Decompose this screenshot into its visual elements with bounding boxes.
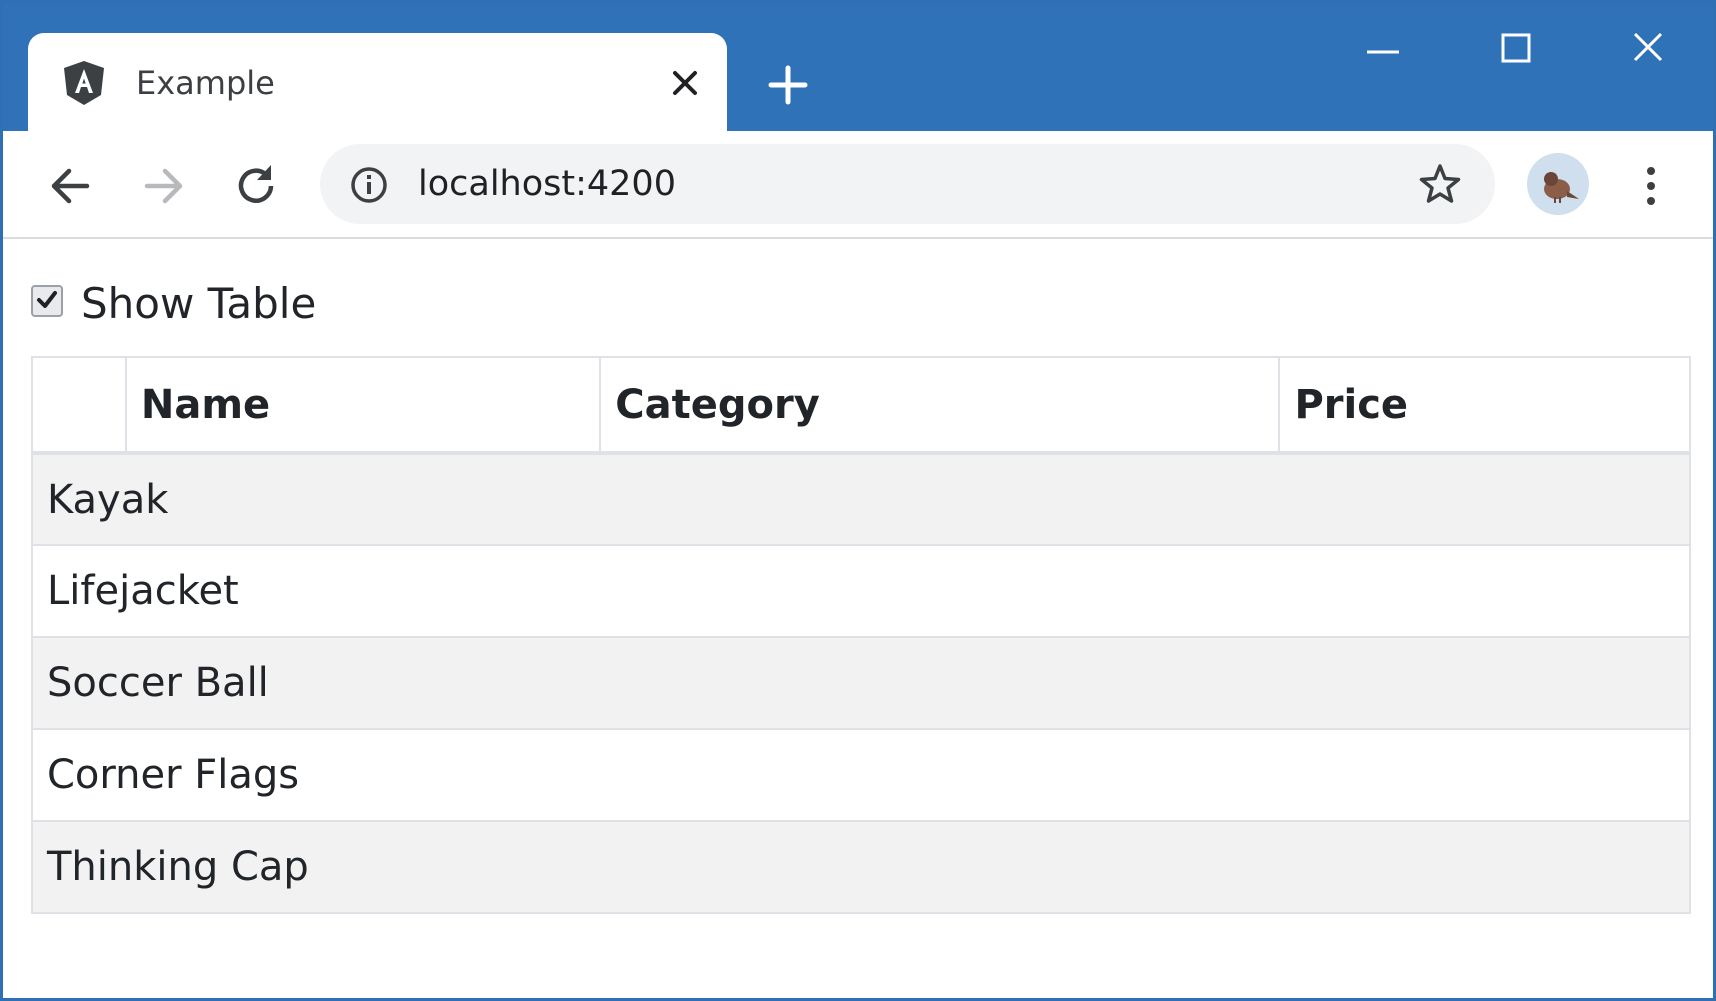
profile-bird-icon [1544,172,1579,203]
forward-arrow-icon[interactable] [137,159,191,213]
maximize-icon[interactable] [1486,27,1546,77]
browser-tab[interactable]: Example [28,33,727,131]
table-cell: Lifejacket [31,544,1691,638]
new-tab-icon[interactable] [765,62,811,108]
table-cell: Soccer Ball [31,636,1691,730]
browser-toolbar: localhost:4200 [3,131,1713,239]
tab-title: Example [136,64,275,102]
address-bar[interactable]: localhost:4200 [320,144,1495,224]
show-table-checkbox[interactable] [31,285,63,317]
url-text[interactable]: localhost:4200 [418,161,676,207]
angular-icon [64,61,104,105]
reload-icon[interactable] [229,159,283,213]
checkmark-icon [37,291,57,308]
minimize-icon[interactable] [1353,27,1413,77]
column-header-name: Name [124,356,602,455]
table-header-row: Name Category Price [31,356,1691,455]
more-menu-icon[interactable] [1633,161,1669,211]
close-tab-icon[interactable] [668,66,702,100]
column-header-index [31,356,127,455]
table-cell: Kayak [31,452,1691,546]
table-row: Kayak [31,452,1691,546]
title-bar: Example [3,3,1713,131]
table-row: Corner Flags [31,728,1691,822]
info-icon[interactable] [348,164,390,206]
products-table: Name Category Price Kayak Lifejacket Soc… [31,356,1691,914]
column-header-category: Category [599,356,1281,455]
table-cell: Corner Flags [31,728,1691,822]
profile-avatar[interactable] [1527,153,1589,215]
table-row: Soccer Ball [31,636,1691,730]
back-arrow-icon[interactable] [43,159,97,213]
show-table-label[interactable]: Show Table [81,279,316,329]
window-close-icon[interactable] [1618,27,1678,77]
bookmark-star-icon[interactable] [1418,162,1462,206]
page-content: Show Table Name Category Price Kayak Lif… [3,239,1713,998]
table-cell: Thinking Cap [31,820,1691,914]
table-row: Lifejacket [31,544,1691,638]
column-header-price: Price [1278,356,1691,455]
table-row: Thinking Cap [31,820,1691,914]
browser-window: Example localhost:4200 Show Table Name C… [0,0,1716,1001]
